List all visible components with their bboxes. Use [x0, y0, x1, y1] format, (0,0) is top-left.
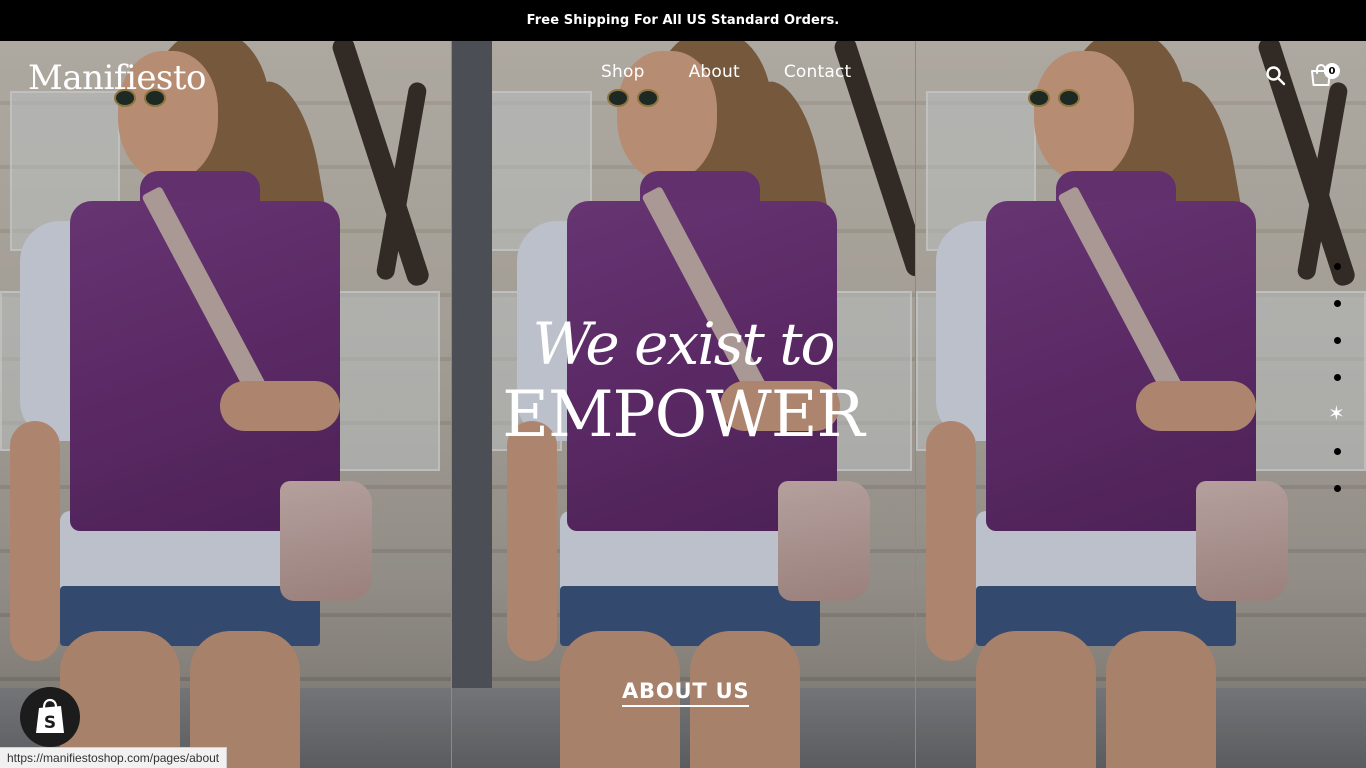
- slide-dot[interactable]: [1334, 300, 1341, 307]
- shopify-bag-icon: S: [36, 698, 64, 733]
- nav-link-contact[interactable]: Contact: [784, 62, 852, 82]
- slide-dot[interactable]: [1334, 374, 1341, 381]
- tagline-line-1: We exist to: [532, 310, 836, 378]
- about-us-button[interactable]: ABOUT US: [622, 679, 750, 707]
- browser-status-url: https://manifiestoshop.com/pages/about: [0, 747, 228, 768]
- search-icon[interactable]: [1264, 64, 1290, 90]
- tagline-line-2: EMPOWER: [502, 378, 864, 452]
- announcement-bar: Free Shipping For All US Standard Orders…: [0, 0, 1366, 41]
- slide-dot[interactable]: [1334, 263, 1341, 270]
- nav-link-about[interactable]: About: [689, 62, 740, 82]
- shopify-badge[interactable]: S: [20, 687, 80, 747]
- slide-dot[interactable]: [1334, 485, 1341, 492]
- site-logo[interactable]: Manifiesto: [28, 58, 207, 98]
- svg-text:S: S: [44, 713, 56, 733]
- announcement-text: Free Shipping For All US Standard Orders…: [526, 13, 840, 28]
- slide-dot[interactable]: [1334, 448, 1341, 455]
- cart-count-badge: 0: [1324, 63, 1340, 79]
- slide-dot[interactable]: [1334, 337, 1341, 344]
- main-nav: Shop About Contact: [601, 62, 851, 82]
- nav-link-shop[interactable]: Shop: [601, 62, 645, 82]
- active-slide-star-icon[interactable]: ✶: [1328, 403, 1345, 423]
